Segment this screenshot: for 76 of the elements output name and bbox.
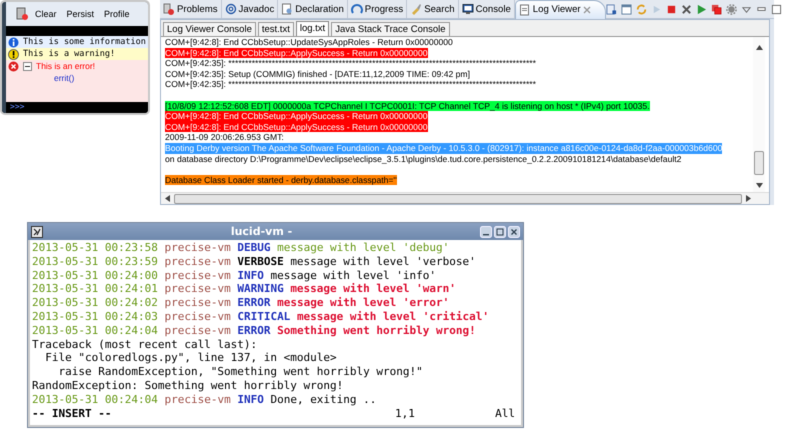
view-tab[interactable]: Log Viewer	[514, 0, 606, 18]
log-line: COM+[9:42:35]: Setup (COMMIG) finished - [DATE:11,12,2009 TIME: 09:42 pm]	[165, 68, 470, 80]
terminal-line: 2013-05-31 00:23:59 precise-vm VERBOSE message with level 'verbose'	[32, 254, 477, 269]
terminal-line: 2013-05-31 00:24:03 precise-vm CRITICAL message with level 'critical'	[32, 310, 490, 324]
document-icon	[518, 4, 531, 16]
scroll-position: All	[495, 406, 516, 420]
problems-icon	[163, 3, 175, 15]
cursor-position: 1,1	[395, 406, 416, 420]
flashlight-icon	[410, 3, 422, 15]
log-line: on database directory D:\Programme\Dev\eclipse\eclipse_3.5.1\plugins\de.tud.core.persistence_0.2.2.200910181214\database\default2	[165, 154, 682, 164]
view-tab[interactable]: Progress	[348, 0, 408, 18]
toolbar-button[interactable]: Persist	[64, 9, 98, 19]
tab-label: Console	[476, 4, 511, 14]
minimize-icon[interactable]	[480, 226, 492, 238]
vertical-scrollbar[interactable]	[753, 37, 765, 192]
view-tab[interactable]: Console	[458, 0, 515, 18]
maximize-icon[interactable]	[770, 4, 782, 14]
view-tab[interactable]: Declaration	[278, 0, 348, 18]
file-tab[interactable]: Log Viewer Console	[163, 22, 256, 36]
document-icon[interactable]	[606, 4, 617, 14]
monitor-icon	[462, 3, 474, 15]
close-icon[interactable]	[680, 4, 692, 14]
info-icon	[8, 36, 19, 48]
scroll-thumb[interactable]	[174, 194, 742, 204]
window-icon[interactable]	[620, 4, 632, 14]
terminal-line: File "coloredlogs.py", line 137, in <module>	[44, 351, 338, 366]
toolbar-button[interactable]: Profile	[101, 9, 133, 19]
terminal-icon	[31, 226, 43, 238]
window-title: lucid-vm -	[230, 225, 294, 238]
collapse-icon[interactable]	[23, 62, 32, 70]
terminal-line: 2013-05-31 00:24:01 precise-vm WARNING message with level 'warn'	[32, 282, 457, 296]
right-arrow-icon[interactable]	[746, 195, 751, 202]
stop-icon[interactable]	[710, 4, 722, 14]
file-tab[interactable]: test.txt	[258, 22, 294, 36]
terminal-line: 2013-05-31 00:24:04 precise-vm ERROR Something went horribly wrong!	[32, 324, 477, 338]
log-line: COM+[9:42:8]: End CCbbSetup::UpdateSysAppRoles - Return 0x00000000	[165, 37, 453, 48]
terminal-line: 2013-05-31 00:23:58 precise-vm DEBUG message with level 'debug'	[32, 241, 450, 255]
file-tab[interactable]: Java Stack Trace Console	[331, 22, 450, 36]
error-icon	[8, 60, 19, 72]
view-tab[interactable]: Problems	[160, 0, 222, 18]
toolbar-button[interactable]: Clear	[32, 9, 60, 19]
tab-label: Declaration	[295, 4, 344, 14]
warning-icon	[8, 48, 19, 60]
tab-label: Javadoc	[238, 4, 274, 14]
gear-icon[interactable]	[726, 4, 737, 14]
progress-icon	[350, 3, 363, 15]
terminal-line: 2013-05-31 00:24:02 precise-vm ERROR message with level 'error'	[32, 296, 450, 310]
message-text: This is an error!	[36, 61, 96, 71]
terminal-line: 2013-05-31 00:24:04 precise-vm INFO Done, exiting ..	[32, 392, 378, 407]
tab-label: Search	[424, 4, 455, 14]
down-arrow-icon[interactable]	[756, 183, 762, 188]
tab-label: Progress	[364, 4, 404, 14]
call-text: errit()	[54, 73, 74, 83]
log-line: 2009-11-09 20:06:26.953 GMT:	[165, 132, 284, 143]
up-arrow-icon[interactable]	[756, 45, 762, 50]
terminal-line: raise RandomException, "Something went horribly wrong!"	[57, 365, 424, 379]
view-tab[interactable]: Search	[407, 0, 459, 18]
stop-icon[interactable]	[666, 4, 677, 14]
view-tab[interactable]: Javadoc	[222, 0, 278, 18]
clipboard-icon[interactable]	[16, 7, 28, 21]
horizontal-scrollbar[interactable]	[161, 192, 769, 204]
log-line: COM+[9:42:35]: ********************************************************************************************	[165, 58, 536, 69]
tab-label: Log Viewer	[532, 4, 581, 15]
scroll-thumb[interactable]	[754, 151, 764, 175]
message-text: This is a warning!	[23, 49, 116, 59]
tab-label: Problems	[177, 4, 218, 14]
terminal-line: RandomException: Something went horribly wrong!	[32, 378, 344, 393]
terminal-line: 2013-05-31 00:24:00 precise-vm INFO message with level 'info'	[32, 268, 438, 282]
play-icon[interactable]	[696, 4, 707, 14]
left-arrow-icon[interactable]	[165, 195, 170, 202]
document-icon	[281, 3, 294, 15]
file-tab[interactable]: log.txt	[296, 21, 330, 36]
log-line: COM+[9:42:35]: ********************************************************************************************	[165, 79, 536, 90]
message-text: This is some information	[23, 37, 146, 47]
terminal-line: Traceback (most recent call last):	[32, 338, 258, 352]
mode-indicator: -- INSERT --	[32, 406, 112, 420]
